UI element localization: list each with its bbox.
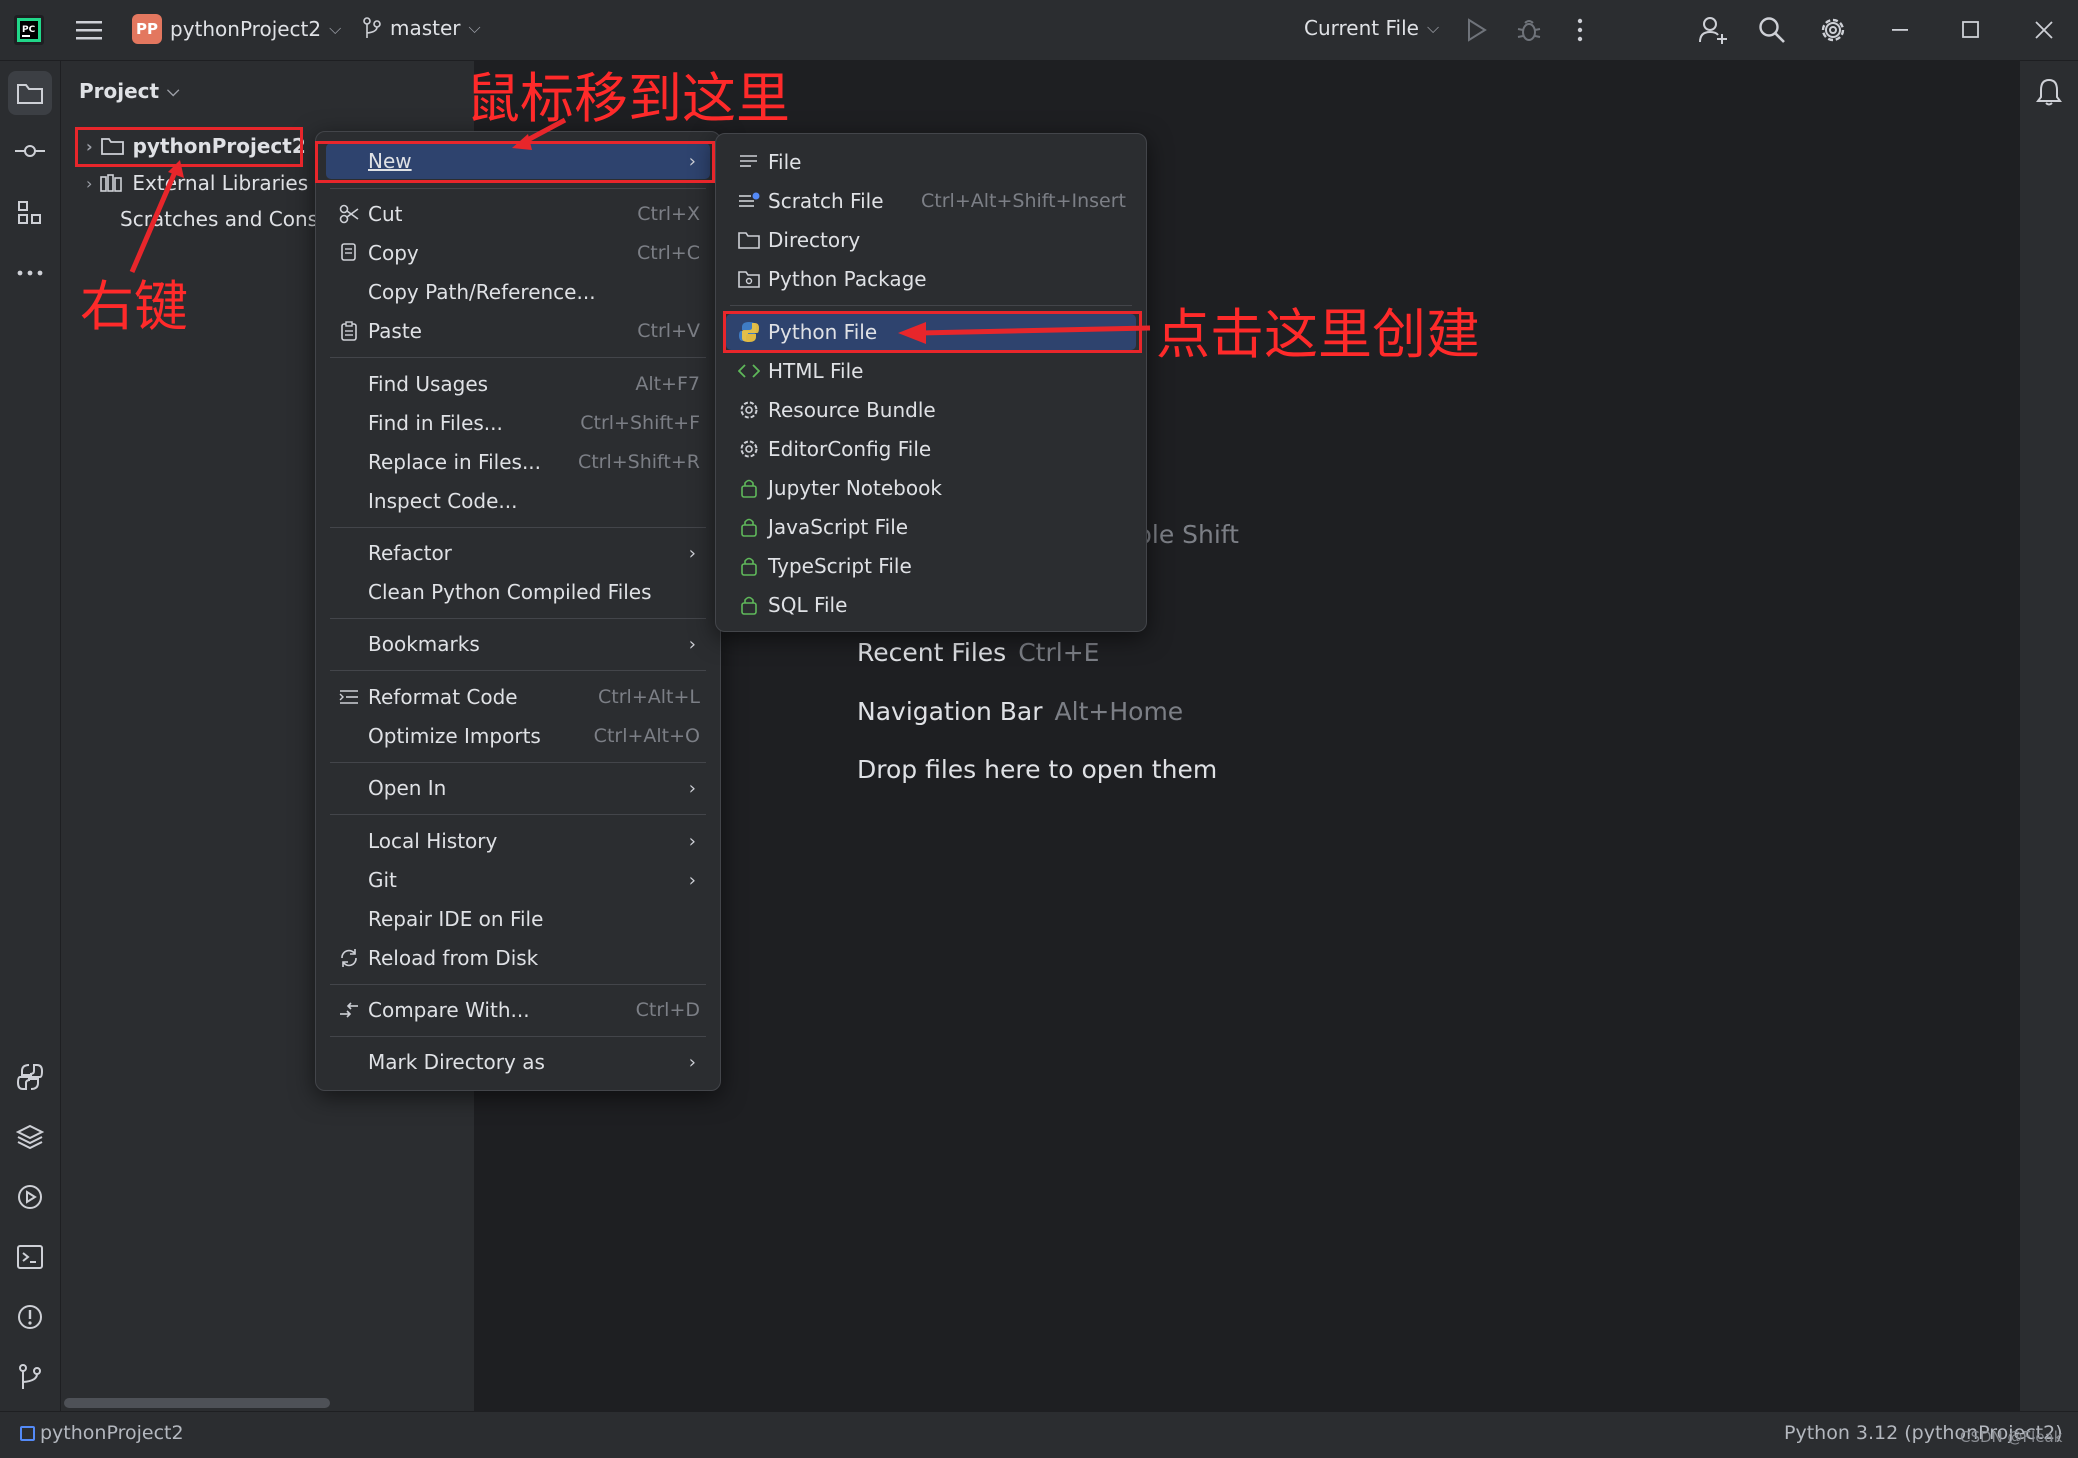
annotation-right-click: 右键 [80, 275, 188, 338]
arrowhead-move-here [512, 134, 532, 150]
annotation-click-create: 点击这里创建 [1156, 303, 1480, 366]
arrow-right-click [129, 164, 181, 273]
watermark: CSDN @Fleak [1960, 1428, 2063, 1446]
arrowhead-click-create [898, 322, 926, 344]
status-project-breadcrumb[interactable]: pythonProject2 [40, 1422, 184, 1444]
annotation-move-here: 鼠标移到这里 [466, 67, 790, 130]
project-module-icon [20, 1426, 35, 1441]
arrow-click-create [919, 325, 1151, 336]
status-bar: pythonProject2 Python 3.12 (pythonProjec… [0, 1411, 2078, 1458]
annotation-arrows [129, 117, 1151, 344]
